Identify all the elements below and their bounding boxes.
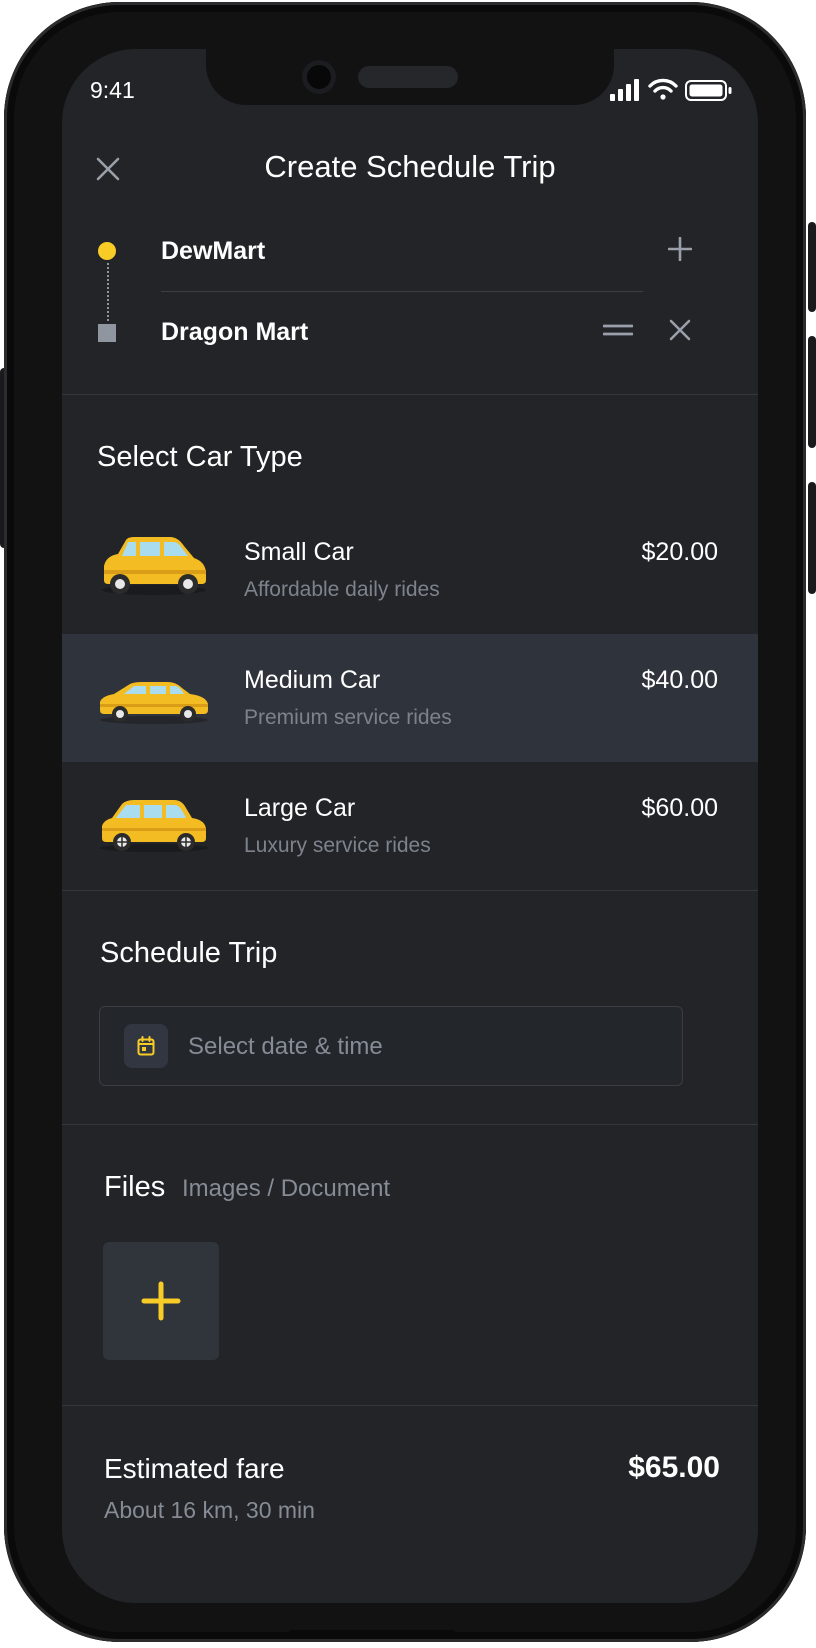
car-name: Large Car [244,794,356,822]
car-price: $20.00 [641,538,718,566]
front-camera [302,60,336,94]
car-description: Affordable daily rides [244,578,440,601]
route-connector [107,263,109,321]
reorder-stop-button[interactable] [603,315,633,345]
plus-icon [668,237,692,261]
trip-distance-duration: About 16 km, 30 min [104,1497,315,1523]
section-divider [62,890,758,891]
car-type-heading: Select Car Type [97,441,303,473]
schedule-heading: Schedule Trip [100,937,278,969]
battery-icon [685,80,732,101]
plus-icon [141,1281,181,1321]
add-file-button[interactable] [103,1242,219,1360]
volume-up-button [808,336,816,448]
car-option-large[interactable]: Large Car Luxury service rides $60.00 [62,762,758,890]
phone-bottom-edge [288,1630,456,1638]
power-button [808,222,816,312]
section-divider [62,1405,758,1406]
files-subtitle: Images / Document [182,1175,391,1202]
estimated-fare-amount: $65.00 [628,1451,720,1484]
car-option-small[interactable]: Small Car Affordable daily rides $20.00 [62,506,758,634]
car-price: $60.00 [641,794,718,822]
files-heading: Files [104,1171,166,1203]
date-time-placeholder: Select date & time [188,1033,383,1060]
car-description: Premium service rides [244,706,452,729]
pickup-marker-icon [98,242,116,260]
section-divider [62,1124,758,1125]
status-icons [610,78,732,101]
estimated-fare-label: Estimated fare [104,1453,285,1484]
close-icon [669,319,691,341]
signal-icon [610,79,639,101]
volume-down-button [808,482,816,594]
car-name: Medium Car [244,666,381,694]
dropoff-location[interactable]: Dragon Mart [161,318,308,347]
dropoff-marker-icon [98,324,116,342]
car-option-medium[interactable]: Medium Car Premium service rides $40.00 [62,634,758,762]
earpiece-speaker [358,66,458,88]
status-time: 9:41 [90,77,135,103]
remove-stop-button[interactable] [665,315,695,345]
medium-car-icon [100,682,208,724]
date-time-field[interactable]: Select date & time [99,1006,683,1086]
route-divider [161,291,643,292]
section-divider [62,394,758,395]
drag-handle-icon [603,324,633,336]
page-title: Create Schedule Trip [264,149,556,184]
phone-frame: 9:41 Create Schedule Trip DewMart Dragon… [4,2,806,1642]
large-car-icon [100,800,208,852]
small-car-icon [102,537,206,595]
add-stop-button[interactable] [665,234,695,264]
wifi-icon [648,78,678,100]
car-price: $40.00 [641,666,718,694]
notch [206,49,614,105]
calendar-button [124,1024,168,1068]
pickup-location[interactable]: DewMart [161,237,265,266]
calendar-icon [137,1036,155,1056]
car-description: Luxury service rides [244,834,431,857]
car-name: Small Car [244,538,354,566]
app-screen: 9:41 Create Schedule Trip DewMart Dragon… [62,49,758,1603]
